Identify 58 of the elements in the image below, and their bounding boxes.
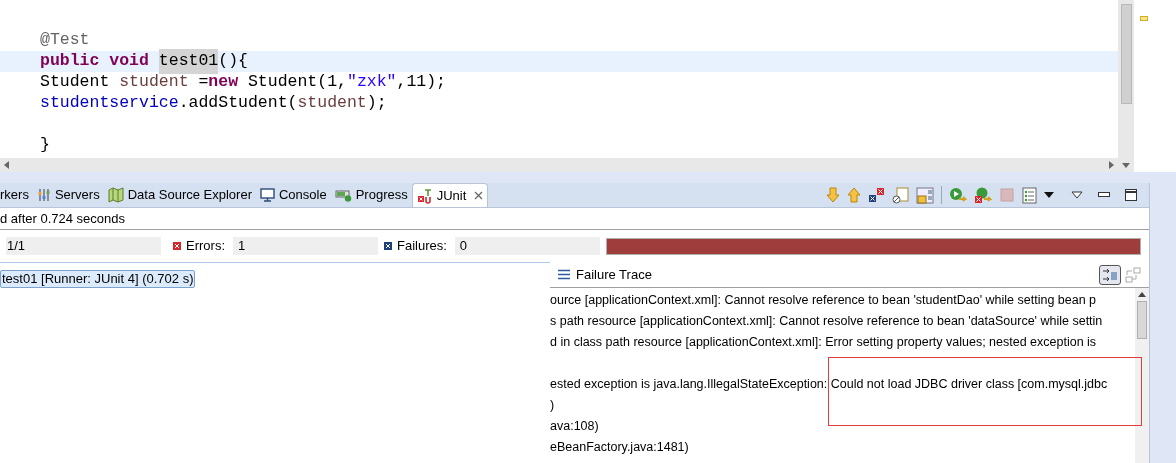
sliders-icon — [36, 188, 51, 202]
trace-scrollbar[interactable] — [1135, 288, 1149, 463]
view-tab[interactable]: rkers — [0, 183, 33, 207]
junit-icon — [416, 187, 433, 204]
maximize-icon[interactable] — [1125, 189, 1137, 201]
list-icon — [558, 269, 570, 280]
failure-icon — [384, 242, 392, 250]
trace-line: ested exception is java.lang.IllegalStateException: Could not load JDBC driver class [com.mysql.jdbc — [550, 376, 1108, 394]
trace-line: s path resource [applicationContext.xml]: Cannot resolve reference to bean 'dataSource' while settin — [550, 313, 1103, 331]
scroll-lock-icon[interactable] — [892, 186, 909, 204]
arrow-down-icon[interactable] — [826, 187, 840, 203]
trace-line: ava:108) — [550, 418, 599, 436]
trace-line: d in class path resource [applicationContext.xml]: Error setting property values; nested exception is — [550, 334, 1097, 352]
failures-label: Failures: — [397, 237, 447, 256]
arrow-up-icon[interactable] — [847, 187, 861, 203]
scroll-thumb[interactable] — [1137, 301, 1147, 339]
errors-label: Errors: — [186, 237, 225, 256]
scroll-up-icon[interactable] — [1138, 292, 1146, 297]
history-list-icon[interactable] — [1022, 186, 1037, 204]
map-icon — [107, 187, 124, 203]
failures-filter-icon[interactable] — [868, 187, 885, 203]
code-line: @Test — [39, 30, 91, 51]
trace-line: ) — [550, 397, 555, 415]
scroll-left-icon[interactable] — [4, 161, 9, 169]
filter-stack-button[interactable] — [1099, 264, 1121, 285]
rerun-icon[interactable] — [949, 186, 967, 204]
rerun-failed-icon[interactable] — [974, 186, 992, 204]
code-line: studentservice.addStudent(student); — [39, 93, 388, 114]
test-item[interactable]: test01 [Runner: JUnit 4] (0.702 s) — [0, 270, 196, 288]
scroll-right-icon[interactable] — [1109, 161, 1114, 169]
status-text: d after 0.724 seconds — [0, 209, 126, 228]
lock-layout-icon[interactable] — [916, 186, 934, 204]
overview-marker[interactable] — [1140, 16, 1148, 21]
trace-line: eBeanFactory.java:1481) — [550, 439, 689, 457]
scroll-down-icon[interactable] — [1122, 163, 1130, 168]
view-tab[interactable]: JUnit — [411, 183, 489, 207]
minimize-icon[interactable] — [1098, 192, 1110, 198]
code-line: Student student =new Student(1,"zxk",11); — [39, 72, 447, 93]
errors-value: 1 — [233, 237, 378, 255]
runs-value: 1/1 — [6, 237, 161, 255]
view-tab[interactable]: Progress — [330, 183, 412, 207]
progress-icon — [334, 188, 352, 202]
error-icon — [173, 242, 181, 250]
pane-title: Failure Trace — [576, 265, 652, 284]
scroll-thumb[interactable] — [1120, 4, 1132, 104]
close-icon[interactable] — [474, 191, 484, 200]
view-tab[interactable]: Console — [255, 183, 331, 207]
horizontal-scrollbar[interactable] — [0, 158, 1118, 172]
filter-stack-icon — [1102, 267, 1118, 282]
view-tab[interactable]: Servers — [32, 183, 104, 207]
view-menu-icon[interactable] — [1071, 191, 1083, 199]
dropdown-caret-icon[interactable] — [1044, 192, 1054, 198]
vertical-scrollbar[interactable] — [1118, 0, 1134, 172]
view-tab[interactable]: Data Source Explorer — [103, 183, 256, 207]
code-line: } — [39, 135, 51, 156]
trace-line: ource [applicationContext.xml]: Cannot resolve reference to bean 'studentDao' while setting bean p — [550, 292, 1097, 310]
failures-value: 0 — [454, 237, 600, 255]
monitor-icon — [259, 188, 275, 202]
